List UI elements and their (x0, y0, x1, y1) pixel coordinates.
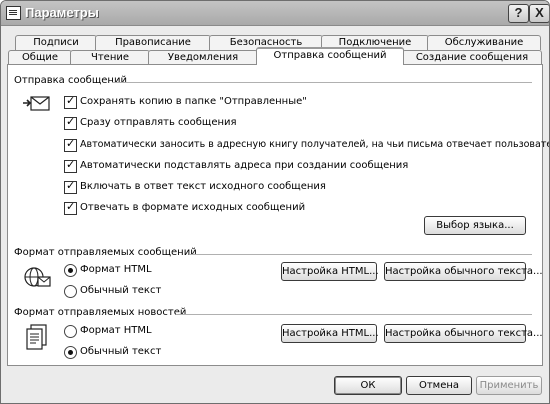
help-button[interactable]: ? (508, 4, 529, 23)
option-checkbox[interactable] (64, 115, 77, 130)
language-button[interactable]: Выбор языка... (424, 216, 526, 235)
option-label: Сразу отправлять сообщения (80, 117, 237, 128)
tab-maintenance[interactable]: Обслуживание (427, 35, 541, 50)
option-checkbox[interactable] (64, 158, 77, 173)
tab-page-send: Отправка сообщений Сохранять копию в пап… (7, 64, 549, 366)
tab-compose[interactable]: Создание сообщения (402, 50, 542, 65)
tab-read[interactable]: Чтение (70, 50, 150, 65)
tab-spelling[interactable]: Правописание (95, 35, 211, 50)
apply-button[interactable]: Применить (476, 376, 542, 395)
radio-label: Обычный текст (80, 346, 162, 357)
radio-mail-html[interactable] (64, 264, 77, 277)
tab-general[interactable]: Общие (8, 50, 72, 65)
ok-button[interactable]: ОК (334, 376, 402, 395)
group-title-mail-format: Формат отправляемых сообщений (14, 247, 197, 258)
option-checkbox[interactable] (64, 94, 77, 109)
option-label: Включать в ответ текст исходного сообщен… (80, 181, 326, 192)
group-separator (176, 314, 532, 315)
newspaper-icon (26, 324, 47, 350)
dialog-window: Параметры ? X Подписи Правописание Безоп… (0, 0, 550, 404)
mail-html-settings-button[interactable]: Настройка HTML... (281, 262, 379, 281)
option-label: Автоматически заносить в адресную книгу … (80, 139, 550, 150)
radio-label: Формат HTML (80, 325, 152, 336)
radio-mail-plain[interactable] (64, 285, 77, 298)
cancel-button[interactable]: Отмена (406, 376, 472, 395)
news-html-settings-button[interactable]: Настройка HTML... (281, 324, 379, 343)
group-title-sending: Отправка сообщений (14, 75, 127, 86)
option-checkbox[interactable] (64, 137, 77, 152)
title-bar: Параметры ? X (1, 1, 549, 26)
tab-signatures[interactable]: Подписи (15, 35, 97, 50)
group-separator (190, 254, 532, 255)
app-icon (6, 6, 21, 20)
option-label: Сохранять копию в папке "Отправленные" (80, 96, 307, 107)
option-label: Отвечать в формате исходных сообщений (80, 202, 306, 213)
group-title-news-format: Формат отправляемых новостей (14, 307, 187, 318)
outbox-icon (23, 96, 50, 111)
tab-send[interactable]: Отправка сообщений (256, 47, 404, 65)
radio-news-html[interactable] (64, 325, 77, 338)
option-label: Автоматически подставлять адреса при соз… (80, 160, 409, 171)
close-button[interactable]: X (529, 4, 549, 23)
option-checkbox[interactable] (64, 179, 77, 194)
window-title: Параметры (25, 5, 99, 20)
option-checkbox[interactable] (64, 200, 77, 215)
globe-mail-icon (24, 267, 51, 287)
radio-label: Формат HTML (80, 264, 152, 275)
mail-plain-settings-button[interactable]: Настройка обычного текста... (384, 262, 543, 281)
radio-label: Обычный текст (80, 285, 162, 296)
radio-news-plain[interactable] (64, 346, 77, 359)
tab-notifications[interactable]: Уведомления (148, 50, 258, 65)
group-separator (112, 82, 532, 83)
news-plain-settings-button[interactable]: Настройка обычного текста... (384, 324, 543, 343)
